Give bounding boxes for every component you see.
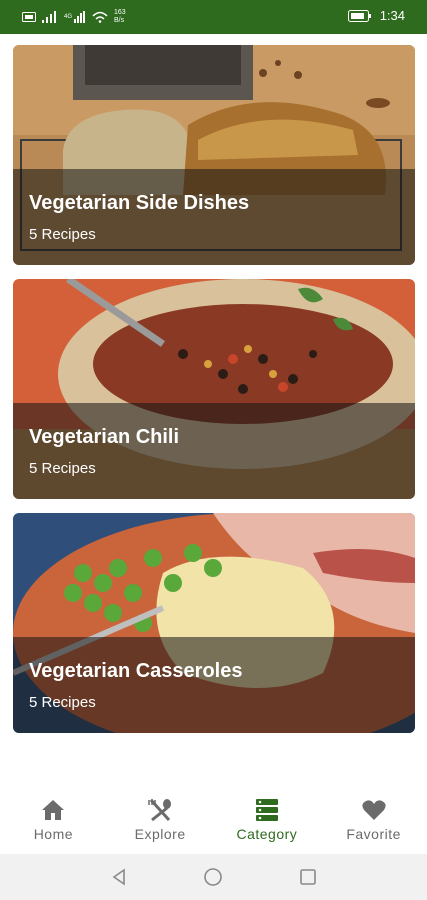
bottom-navigation: Home Explore Category Favorite <box>0 788 427 854</box>
card-title: Vegetarian Casseroles <box>29 660 243 682</box>
category-card-side-dishes[interactable]: Vegetarian Side Dishes 5 Recipes <box>13 45 415 265</box>
nav-favorite[interactable]: Favorite <box>320 788 427 854</box>
nav-explore[interactable]: Explore <box>107 788 214 854</box>
nav-label: Category <box>236 826 298 842</box>
svg-text:4G: 4G <box>64 14 72 20</box>
card-overlay <box>13 169 415 265</box>
back-button[interactable] <box>106 864 132 890</box>
network-speed: 163 B/s <box>114 9 126 25</box>
speed-value: 163 <box>114 9 126 16</box>
card-title: Vegetarian Chili <box>29 426 180 448</box>
home-system-button[interactable] <box>200 864 226 890</box>
home-icon <box>42 800 65 820</box>
card-recipe-count: 5 Recipes <box>29 694 96 711</box>
category-card-chili[interactable]: Vegetarian Chili 5 Recipes <box>13 279 415 499</box>
sim-icon <box>22 12 36 22</box>
recents-button[interactable] <box>295 864 321 890</box>
card-overlay <box>13 403 415 499</box>
category-icon <box>255 799 278 821</box>
nav-home[interactable]: Home <box>0 788 107 854</box>
category-card-casseroles[interactable]: Vegetarian Casseroles 5 Recipes <box>13 513 415 733</box>
home-circle-icon <box>204 868 222 886</box>
status-left: 4G 163 B/s <box>22 9 126 25</box>
card-title: Vegetarian Side Dishes <box>29 192 250 214</box>
fork-spoon-icon <box>148 798 172 822</box>
signal-icon <box>42 11 56 23</box>
speed-unit: B/s <box>114 17 125 24</box>
card-overlay <box>13 637 415 733</box>
nav-label: Favorite <box>346 826 401 842</box>
wifi-icon <box>92 11 108 23</box>
system-navigation-bar <box>0 854 427 900</box>
recents-icon <box>300 869 316 885</box>
status-right: 1:34 <box>347 8 405 23</box>
back-icon <box>112 868 125 886</box>
nav-label: Explore <box>134 826 186 842</box>
battery-icon <box>347 9 371 22</box>
card-recipe-count: 5 Recipes <box>29 226 96 243</box>
clock: 1:34 <box>379 8 405 23</box>
nav-category[interactable]: Category <box>214 788 321 854</box>
status-bar: 4G 163 B/s 1:34 <box>0 0 427 34</box>
signal-4g-icon: 4G <box>64 11 85 23</box>
heart-icon <box>362 800 386 820</box>
nav-label: Home <box>33 826 74 842</box>
card-recipe-count: 5 Recipes <box>29 460 96 477</box>
